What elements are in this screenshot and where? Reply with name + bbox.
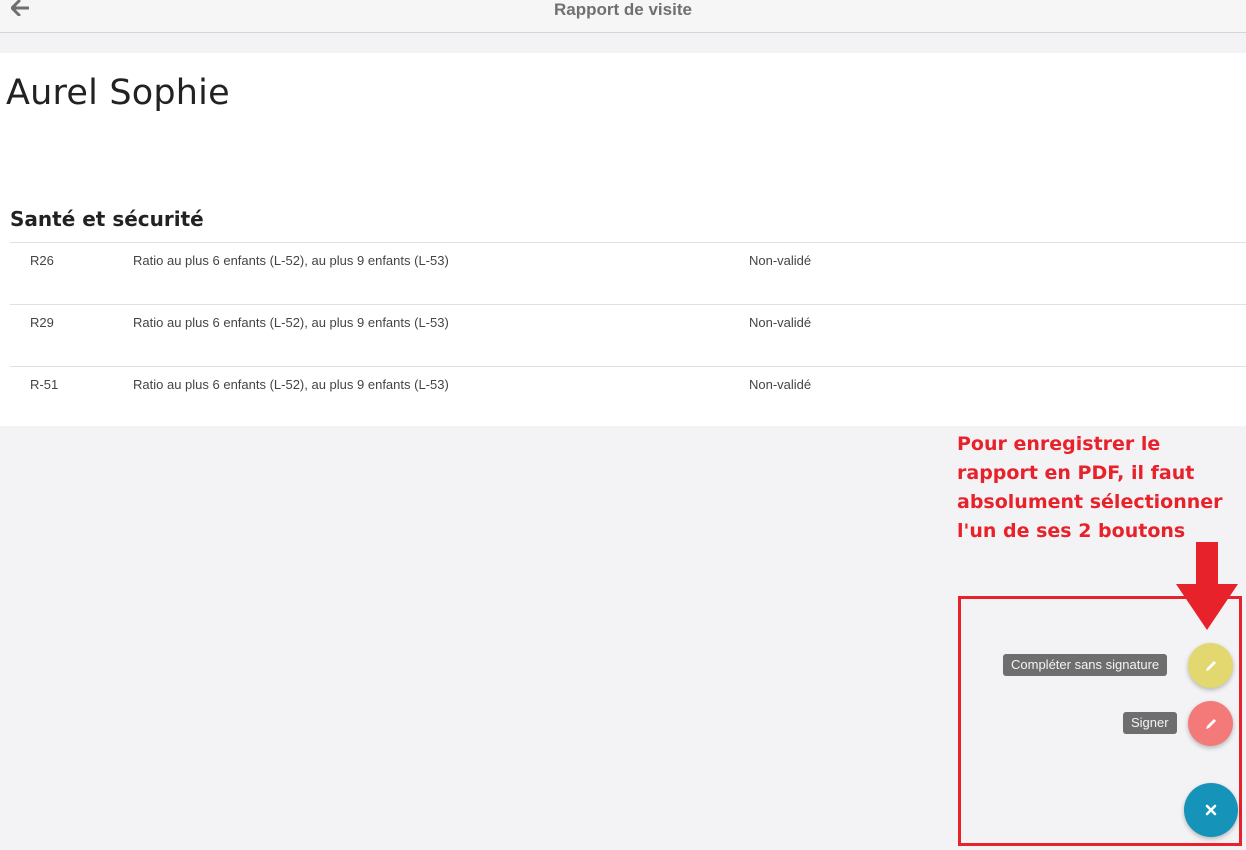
list-item[interactable]: R26 Ratio au plus 6 enfants (L-52), au p…: [10, 242, 1246, 304]
complete-without-signature-label[interactable]: Compléter sans signature: [1003, 654, 1168, 676]
list-item[interactable]: R-51 Ratio au plus 6 enfants (L-52), au …: [10, 366, 1246, 428]
requirement-code: R29: [30, 315, 54, 330]
complete-without-signature-button[interactable]: [1188, 643, 1233, 688]
back-button[interactable]: [8, 0, 32, 20]
close-icon: [1205, 804, 1217, 816]
arrow-down-icon: [1176, 542, 1238, 630]
requirements-list: R26 Ratio au plus 6 enfants (L-52), au p…: [10, 242, 1246, 428]
arrow-left-icon: [11, 0, 29, 16]
requirement-status: Non-validé: [749, 315, 812, 330]
top-bar: Rapport de visite: [0, 0, 1246, 33]
report-card: Aurel Sophie Santé et sécurité R26 Ratio…: [0, 53, 1246, 426]
sign-button[interactable]: [1188, 701, 1233, 746]
annotation-note: Pour enregistrer le rapport en PDF, il f…: [957, 433, 1223, 542]
sign-label[interactable]: Signer: [1123, 712, 1177, 734]
page-title: Rapport de visite: [554, 0, 692, 19]
close-fab-button[interactable]: [1184, 783, 1238, 837]
requirement-code: R-51: [30, 377, 59, 392]
person-name: Aurel Sophie: [6, 73, 230, 113]
section-title: Santé et sécurité: [10, 207, 204, 231]
requirement-status: Non-validé: [749, 377, 812, 392]
list-item[interactable]: R29 Ratio au plus 6 enfants (L-52), au p…: [10, 304, 1246, 366]
pencil-icon: [1205, 718, 1216, 729]
requirement-description: Ratio au plus 6 enfants (L-52), au plus …: [133, 315, 449, 330]
requirement-status: Non-validé: [749, 253, 812, 268]
pencil-icon: [1205, 660, 1216, 671]
requirement-description: Ratio au plus 6 enfants (L-52), au plus …: [133, 253, 449, 268]
requirement-code: R26: [30, 253, 54, 268]
requirement-description: Ratio au plus 6 enfants (L-52), au plus …: [133, 377, 449, 392]
